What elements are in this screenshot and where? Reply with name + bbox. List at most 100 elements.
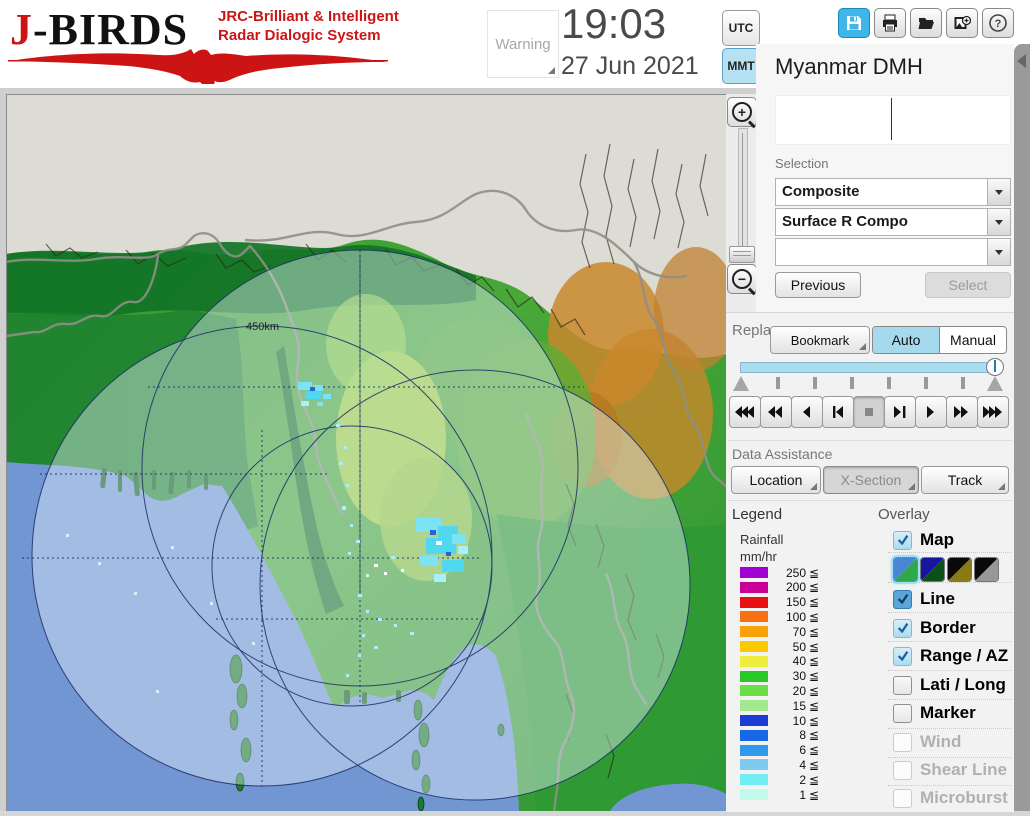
bookmark-button[interactable]: Bookmark	[770, 326, 870, 354]
map-style-swatch-3[interactable]	[947, 557, 972, 582]
open-file-button[interactable]	[910, 8, 942, 38]
radar-map[interactable]: 450km	[4, 94, 738, 813]
zoom-in-button[interactable]: +	[727, 97, 757, 127]
collapse-panel-icon[interactable]	[1017, 54, 1026, 68]
divider	[728, 440, 1012, 441]
overlay-item-wind[interactable]: Wind	[893, 731, 961, 753]
slider-start-marker	[733, 376, 749, 391]
overlay-item-range-az[interactable]: Range / AZ	[893, 645, 1008, 667]
overlay-item-map[interactable]: Map	[893, 529, 954, 551]
help-button[interactable]: ?	[982, 8, 1014, 38]
checkmark-icon	[897, 650, 908, 662]
product-dropdown-arrow-icon[interactable]	[987, 209, 1010, 235]
rewind-button[interactable]	[760, 396, 792, 428]
stop-button[interactable]	[853, 396, 885, 428]
previous-button[interactable]: Previous	[775, 272, 861, 298]
map-style-swatch-4[interactable]	[974, 557, 999, 582]
select-button[interactable]: Select	[925, 272, 1011, 298]
overlay-item-line[interactable]: Line	[893, 588, 955, 610]
overlay-checkbox[interactable]	[893, 589, 912, 609]
overlay-item-shear-line[interactable]: Shear Line	[893, 759, 1007, 781]
legend-lte-symbol: ≦	[809, 787, 820, 802]
map-style-swatch-1[interactable]	[893, 557, 918, 582]
overlay-item-border[interactable]: Border	[893, 617, 976, 639]
overlay-checkbox[interactable]	[893, 732, 912, 752]
forward-fast-icon	[983, 406, 1002, 418]
x-section-button[interactable]: X-Section	[823, 466, 919, 494]
track-button[interactable]: Track	[921, 466, 1009, 494]
legend-row: 8 ≦	[740, 728, 819, 742]
mmt-toggle-button[interactable]: MMT	[722, 48, 760, 84]
legend-row: 250 ≦	[740, 565, 819, 580]
rain-echo-cell	[458, 546, 468, 554]
forward-fast-button[interactable]	[977, 396, 1009, 428]
overlay-separator	[888, 785, 1012, 786]
rain-echo-cell	[426, 538, 456, 554]
product-dropdown[interactable]: Surface R Compo	[775, 208, 1011, 236]
prev-frame-button[interactable]	[822, 396, 854, 428]
rain-echo-cell	[374, 564, 378, 567]
zoom-slider-track[interactable]	[738, 128, 748, 260]
print-button[interactable]	[874, 8, 906, 38]
overlay-checkbox[interactable]	[893, 618, 912, 638]
composite-dropdown[interactable]: Composite	[775, 178, 1011, 206]
overlay-checkbox[interactable]	[893, 530, 912, 550]
overlay-checkbox[interactable]	[893, 788, 912, 808]
checkmark-icon	[897, 534, 908, 546]
checkmark-icon	[897, 593, 908, 605]
utc-toggle-button[interactable]: UTC	[722, 10, 760, 46]
map-style-preview	[921, 558, 944, 581]
print-icon	[883, 14, 897, 32]
divider	[728, 500, 1012, 501]
overlay-item-lati-long[interactable]: Lati / Long	[893, 674, 1006, 696]
overlay-checkbox[interactable]	[893, 646, 912, 666]
location-button[interactable]: Location	[731, 466, 821, 494]
rain-echo-cell	[317, 402, 323, 406]
legend-value: 10	[792, 713, 806, 728]
auto-mode-button[interactable]: Auto	[873, 327, 940, 353]
empty-dropdown-arrow-icon[interactable]	[987, 239, 1010, 265]
zoom-out-button[interactable]: −	[727, 264, 757, 294]
warning-button[interactable]: Warning	[487, 10, 559, 78]
manual-mode-button[interactable]: Manual	[940, 327, 1006, 353]
empty-dropdown[interactable]	[775, 238, 1011, 266]
overlay-separator	[888, 582, 1012, 583]
overlay-item-microburst[interactable]: Microburst	[893, 787, 1008, 809]
overlay-checkbox[interactable]	[893, 675, 912, 695]
rain-echo-cell	[420, 556, 438, 566]
next-frame-button[interactable]	[884, 396, 916, 428]
rain-echo-cell	[98, 562, 101, 565]
legend-value: 1	[799, 787, 806, 802]
replay-slider-thumb[interactable]	[986, 358, 1004, 376]
map-style-swatch-2[interactable]	[920, 557, 945, 582]
legend-lte-symbol: ≦	[809, 757, 820, 772]
legend-row: 70 ≦	[740, 624, 820, 639]
legend-value: 15	[792, 698, 806, 713]
overlay-checkbox[interactable]	[893, 760, 912, 780]
step-back-button[interactable]	[791, 396, 823, 428]
legend-row: 20 ≦	[740, 684, 819, 698]
map-frame-left	[0, 94, 7, 811]
legend-value: 250	[785, 565, 806, 580]
export-image-button[interactable]	[946, 8, 978, 38]
rewind-fast-button[interactable]	[729, 396, 761, 428]
zoom-slider-thumb[interactable]	[729, 246, 755, 263]
save-button[interactable]	[838, 8, 870, 38]
rain-echo-cell	[252, 642, 255, 645]
rain-echo-cell	[358, 594, 362, 597]
overlay-item-label: Microburst	[920, 788, 1008, 807]
rain-echo-cell	[384, 572, 387, 575]
legend-lte-symbol: ≦	[809, 624, 820, 639]
map-frame-top	[0, 88, 756, 95]
overlay-item-marker[interactable]: Marker	[893, 702, 976, 724]
replay-slider-track[interactable]	[740, 362, 994, 373]
play-button[interactable]	[915, 396, 947, 428]
rain-echo-cell	[378, 618, 382, 621]
overlay-separator	[888, 757, 1012, 758]
legend-unit-line1: Rainfall	[740, 532, 784, 547]
composite-dropdown-arrow-icon[interactable]	[987, 179, 1010, 205]
overlay-checkbox[interactable]	[893, 703, 912, 723]
overlay-item-label: Shear Line	[920, 760, 1007, 779]
slider-tick	[924, 377, 928, 389]
forward-button[interactable]	[946, 396, 978, 428]
